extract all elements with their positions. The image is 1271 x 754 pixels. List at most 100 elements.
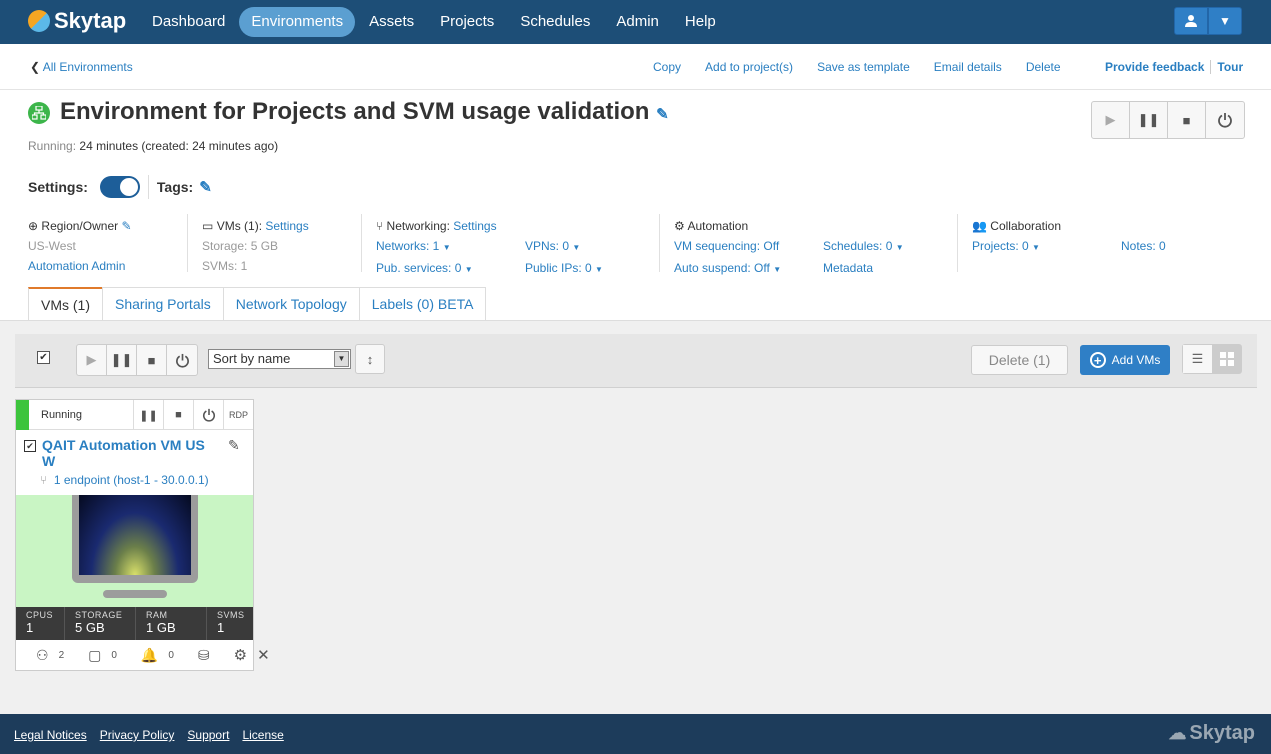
caret-down-icon: ▼ — [773, 265, 782, 274]
sort-direction-button[interactable]: ↕ — [355, 344, 385, 374]
stop-icon: ■ — [147, 352, 156, 368]
vm-card: Running ❚❚ ■ RDP ✔ QAIT Automation VM US… — [15, 399, 270, 671]
close-icon: ✕ — [257, 647, 270, 664]
nav-admin[interactable]: Admin — [604, 7, 671, 37]
storage-value: Storage: 5 GB — [202, 239, 279, 253]
delete-link[interactable]: Delete — [1026, 60, 1061, 74]
support-link[interactable]: Support — [187, 728, 229, 742]
run-button[interactable]: ▶ — [1092, 102, 1130, 138]
vm-sequencing-link[interactable]: VM sequencing: Off — [674, 239, 779, 253]
sort-select[interactable]: Sort by name ▼ — [208, 349, 351, 369]
edit-vm-pencil-icon[interactable]: ✎ — [228, 437, 240, 454]
vm-screenshot[interactable] — [16, 495, 253, 607]
tab-network-topology[interactable]: Network Topology — [222, 287, 360, 321]
monitor-stand — [103, 590, 167, 598]
vm-delete-button[interactable]: ✕ — [247, 646, 270, 664]
save-as-template-link[interactable]: Save as template — [817, 60, 910, 74]
vm-power-off-button[interactable] — [193, 400, 223, 430]
nav-environments[interactable]: Environments — [239, 7, 356, 37]
owner-link[interactable]: Automation Admin — [28, 256, 132, 276]
settings-toggle[interactable] — [99, 176, 140, 198]
vm-endpoint[interactable]: ⑂ 1 endpoint (host-1 - 30.0.0.1) — [40, 473, 209, 487]
add-to-project-link[interactable]: Add to project(s) — [705, 60, 793, 74]
suspend-button[interactable]: ❚❚ — [1130, 102, 1168, 138]
power-off-vms-button[interactable] — [167, 345, 197, 375]
spec-value: 5 GB — [75, 620, 105, 635]
user-dropdown-button[interactable]: ▼ — [1208, 7, 1242, 35]
privacy-policy-link[interactable]: Privacy Policy — [100, 728, 175, 742]
vm-rdp-button[interactable]: RDP — [223, 400, 253, 430]
vpns-dropdown[interactable]: VPNs: 0 — [525, 239, 569, 253]
license-link[interactable]: License — [242, 728, 283, 742]
notes-link[interactable]: Notes: 0 — [1121, 239, 1166, 253]
spec-key: RAM — [146, 610, 168, 620]
pub-services-dropdown[interactable]: Pub. services: 0 — [376, 261, 461, 275]
tab-labels[interactable]: Labels (0) BETA — [358, 287, 487, 321]
edit-title-pencil-icon[interactable]: ✎ — [656, 105, 669, 123]
vm-users-button[interactable]: ⚇ 2 — [26, 647, 64, 664]
tab-sharing-portals[interactable]: Sharing Portals — [102, 287, 224, 321]
running-indicator — [16, 400, 29, 430]
caret-down-icon: ▼ — [442, 243, 451, 252]
vm-settings-button[interactable]: ⚙ — [224, 646, 247, 664]
nav-assets[interactable]: Assets — [357, 7, 426, 37]
user-button[interactable] — [1174, 7, 1208, 35]
page-title: Environment for Projects and SVM usage v… — [60, 98, 669, 126]
vm-shutdown-button[interactable]: ■ — [163, 400, 193, 430]
skytap-logo[interactable]: Skytap — [28, 8, 126, 34]
vm-name-link[interactable]: QAIT Automation VM US W — [42, 437, 212, 469]
logo-text: Skytap — [54, 8, 127, 33]
email-details-link[interactable]: Email details — [934, 60, 1002, 74]
vm-comments-button[interactable]: ▢ 0 — [78, 647, 117, 664]
spec-svms: SVMS 1 — [207, 607, 253, 640]
vm-disk-button[interactable]: ⛁ — [188, 647, 210, 664]
tab-vms[interactable]: VMs (1) — [28, 287, 103, 321]
edit-tags-pencil-icon[interactable]: ✎ — [199, 178, 212, 196]
action-bar: ❮ All Environments Copy Add to project(s… — [0, 44, 1271, 90]
power-icon — [202, 408, 215, 422]
collaboration-section: 👥 Collaboration Projects: 0 ▼ Notes: 0 — [972, 216, 1252, 258]
public-ips-dropdown[interactable]: Public IPs: 0 — [525, 261, 592, 275]
nav-schedules[interactable]: Schedules — [508, 7, 602, 37]
copy-link[interactable]: Copy — [653, 60, 681, 74]
select-all-checkbox[interactable]: ✔ — [37, 351, 50, 364]
projects-dropdown[interactable]: Projects: 0 — [972, 239, 1029, 253]
vm-suspend-button[interactable]: ❚❚ — [133, 400, 163, 430]
suspend-vms-button[interactable]: ❚❚ — [107, 345, 137, 375]
nav-dashboard[interactable]: Dashboard — [140, 7, 237, 37]
nav-help[interactable]: Help — [673, 7, 728, 37]
vm-select-checkbox[interactable]: ✔ — [24, 440, 36, 452]
schedules-dropdown[interactable]: Schedules: 0 — [823, 239, 892, 253]
run-vms-button[interactable]: ▶ — [77, 345, 107, 375]
delete-vms-button[interactable]: Delete (1) — [971, 345, 1068, 375]
networks-dropdown[interactable]: Networks: 1 — [376, 239, 439, 253]
network-settings-link[interactable]: Settings — [453, 219, 496, 233]
shutdown-vms-button[interactable]: ■ — [137, 345, 167, 375]
edit-owner-pencil-icon[interactable]: ✎ — [121, 216, 131, 236]
vm-alerts-button[interactable]: 🔔 0 — [131, 647, 174, 664]
comment-icon: ▢ — [88, 646, 102, 663]
all-environments-link[interactable]: ❮ All Environments — [30, 60, 133, 74]
metadata-link[interactable]: Metadata — [823, 261, 873, 275]
spec-key: SVMS — [217, 610, 245, 620]
play-icon: ▶ — [1105, 112, 1116, 127]
vm-footer: ⚇ 2 ▢ 0 🔔 0 ⛁ ⚙ ✕ — [16, 640, 270, 670]
grid-view-button[interactable] — [1212, 345, 1241, 373]
provide-feedback-link[interactable]: Provide feedback — [1105, 60, 1204, 74]
power-off-button[interactable] — [1206, 102, 1244, 138]
add-vms-button[interactable]: + Add VMs — [1080, 345, 1170, 375]
nav-projects[interactable]: Projects — [428, 7, 506, 37]
globe-icon: ⊕ — [28, 219, 39, 233]
environment-tabs: VMs (1) Sharing Portals Network Topology… — [28, 287, 487, 321]
users-icon: ⚇ — [36, 646, 49, 663]
vm-settings-link[interactable]: Settings — [265, 219, 308, 233]
collaboration-heading: Collaboration — [990, 219, 1062, 233]
auto-suspend-dropdown[interactable]: Auto suspend: Off — [674, 261, 770, 275]
spec-key: STORAGE — [75, 610, 123, 620]
legal-notices-link[interactable]: Legal Notices — [14, 728, 87, 742]
shutdown-button[interactable]: ■ — [1168, 102, 1206, 138]
environment-run-controls: ▶ ❚❚ ■ — [1091, 101, 1245, 139]
tour-link[interactable]: Tour — [1217, 60, 1243, 74]
comments-count: 0 — [111, 649, 117, 661]
list-view-button[interactable]: ☰ — [1183, 345, 1212, 373]
